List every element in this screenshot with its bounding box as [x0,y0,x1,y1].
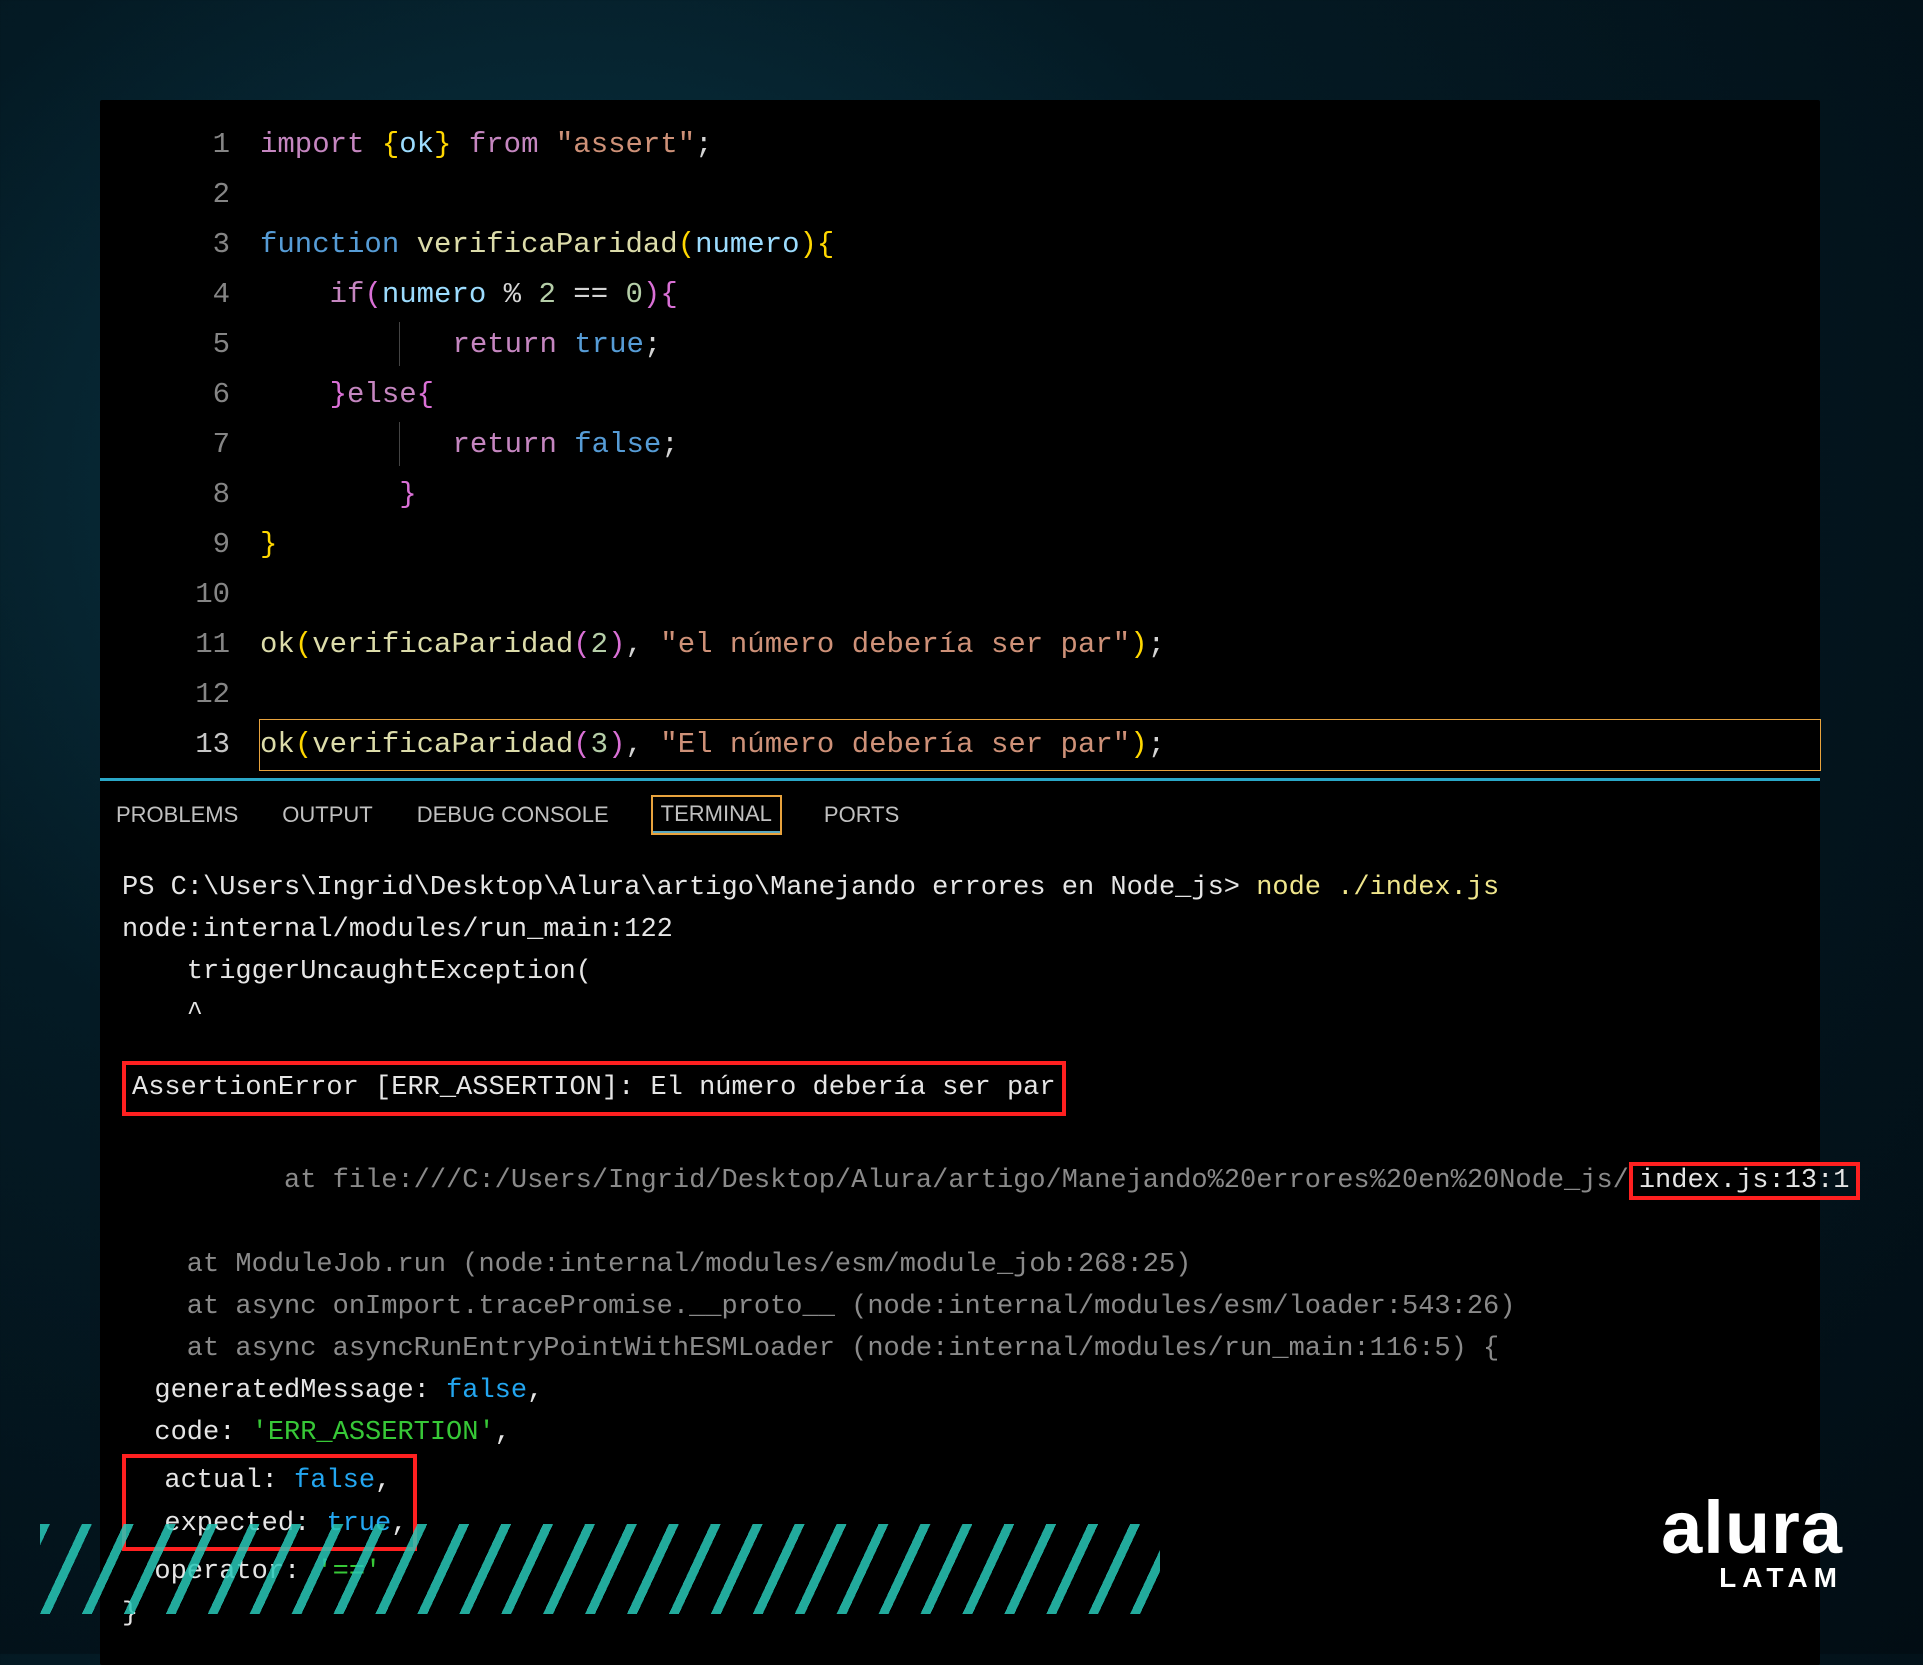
alura-logo: alura LATAM [1661,1495,1843,1594]
tab-problems[interactable]: PROBLEMS [116,802,238,828]
code-content[interactable]: return true; [260,320,1820,370]
code-content[interactable]: } [260,520,1820,570]
code-content[interactable]: ok(verificaParidad(2), "el número deberí… [260,620,1820,670]
assertion-error-highlight: AssertionError [ERR_ASSERTION]: El númer… [122,1061,1798,1117]
line-number: 6 [100,370,260,420]
line-number: 5 [100,320,260,370]
panel-tabs: PROBLEMS OUTPUT DEBUG CONSOLE TERMINAL P… [100,781,1820,841]
line-number: 8 [100,470,260,520]
code-content[interactable]: } [260,470,1820,520]
code-line[interactable]: 13ok(verificaParidad(3), "El número debe… [100,720,1820,770]
code-line[interactable]: 11ok(verificaParidad(2), "el número debe… [100,620,1820,670]
code-line[interactable]: 3function verificaParidad(numero){ [100,220,1820,270]
line-number: 9 [100,520,260,570]
terminal-line: code: 'ERR_ASSERTION', [122,1412,1798,1454]
code-content[interactable]: function verificaParidad(numero){ [260,220,1820,270]
tab-debug-console[interactable]: DEBUG CONSOLE [417,802,609,828]
code-content[interactable]: ok(verificaParidad(3), "El número deberí… [260,720,1820,770]
code-line[interactable]: 4 if(numero % 2 == 0){ [100,270,1820,320]
code-content[interactable]: if(numero % 2 == 0){ [260,270,1820,320]
line-number: 7 [100,420,260,470]
code-line[interactable]: 10 [100,570,1820,620]
vscode-frame: 1import {ok} from "assert";23function ve… [100,100,1820,1665]
prompt-command: node ./index.js [1256,873,1499,903]
stack-line: at ModuleJob.run (node:internal/modules/… [122,1244,1798,1286]
code-content[interactable]: }else{ [260,370,1820,420]
stack-line: at async onImport.tracePromise.__proto__… [122,1286,1798,1328]
terminal-line: PS C:\Users\Ingrid\Desktop\Alura\artigo\… [122,867,1798,909]
stack-line: at async asyncRunEntryPointWithESMLoader… [122,1328,1798,1370]
line-number: 11 [100,620,260,670]
logo-brand: alura [1661,1495,1843,1562]
tab-terminal[interactable]: TERMINAL [653,797,780,833]
code-content[interactable]: import {ok} from "assert"; [260,120,1820,170]
line-number: 3 [100,220,260,270]
line-number: 13 [100,720,260,770]
code-line[interactable]: 12 [100,670,1820,720]
code-line[interactable]: 1import {ok} from "assert"; [100,120,1820,170]
terminal-line: node:internal/modules/run_main:122 [122,909,1798,951]
code-editor[interactable]: 1import {ok} from "assert";23function ve… [100,100,1820,770]
terminal-line: generatedMessage: false, [122,1370,1798,1412]
line-number: 10 [100,570,260,620]
code-line[interactable]: 5 return true; [100,320,1820,370]
stack-line: at file:///C:/Users/Ingrid/Desktop/Alura… [122,1118,1798,1244]
line-number: 1 [100,120,260,170]
decorative-stripes [40,1524,1160,1614]
line-number: 12 [100,670,260,720]
assertion-error-text: AssertionError [ERR_ASSERTION]: El númer… [122,1061,1066,1115]
terminal-line: ^ [122,993,1798,1035]
error-location-highlight: index.js:13:1 [1629,1162,1860,1200]
tab-output[interactable]: OUTPUT [282,802,372,828]
code-line[interactable]: 8 } [100,470,1820,520]
terminal-line: triggerUncaughtException( [122,951,1798,993]
code-line[interactable]: 2 [100,170,1820,220]
tab-ports[interactable]: PORTS [824,802,899,828]
code-line[interactable]: 9} [100,520,1820,570]
prompt-path: PS C:\Users\Ingrid\Desktop\Alura\artigo\… [122,873,1240,903]
line-number: 2 [100,170,260,220]
code-line[interactable]: 6 }else{ [100,370,1820,420]
code-content[interactable]: return false; [260,420,1820,470]
line-number: 4 [100,270,260,320]
code-line[interactable]: 7 return false; [100,420,1820,470]
